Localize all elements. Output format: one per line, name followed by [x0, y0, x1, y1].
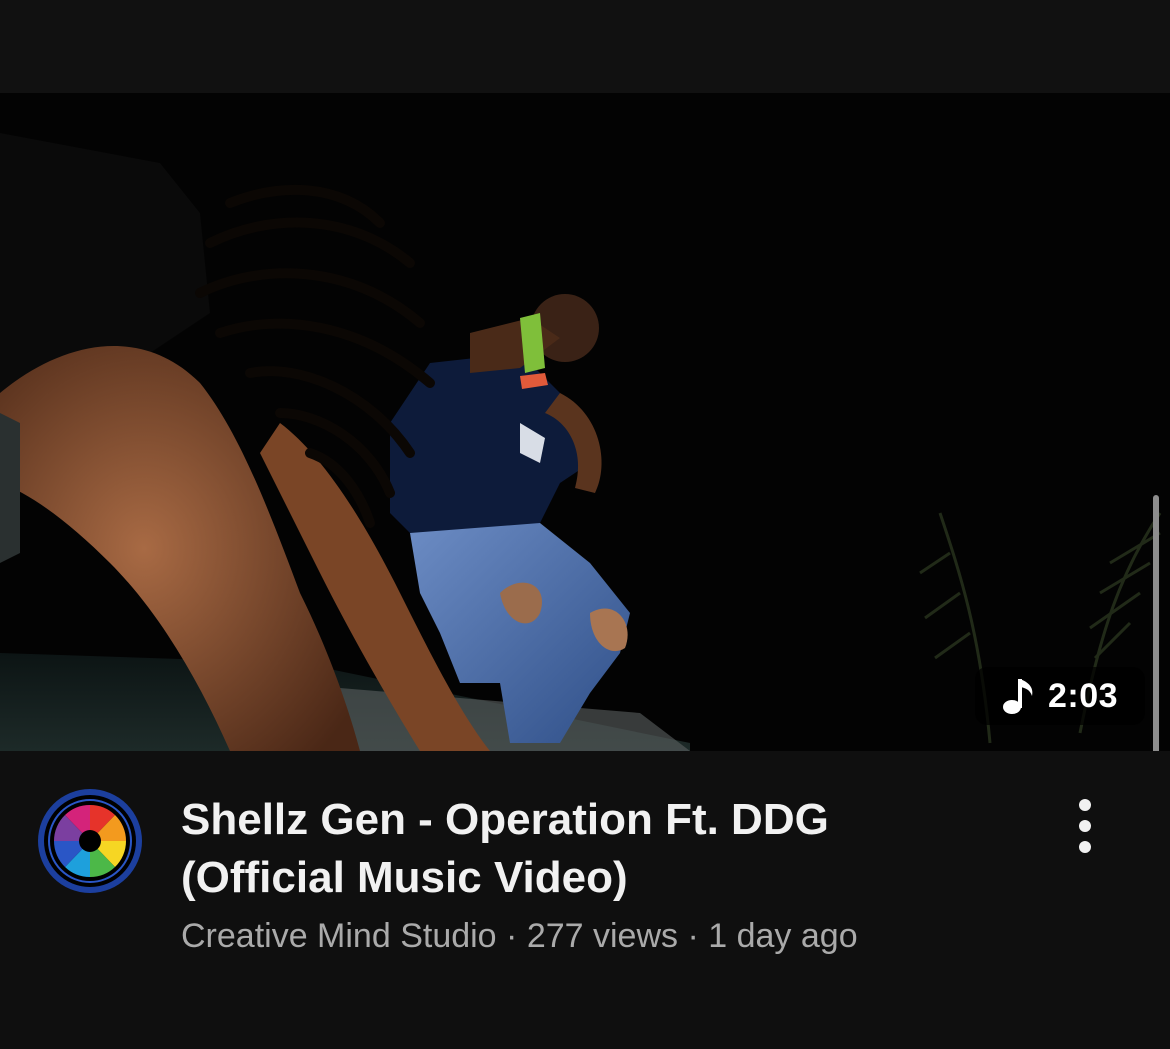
duration-label: 2:03	[1047, 676, 1119, 715]
scrollbar-thumb[interactable]	[1153, 495, 1159, 751]
duration-badge: 2:03	[975, 667, 1145, 725]
more-options-button[interactable]	[1062, 791, 1108, 861]
video-thumbnail[interactable]: 2:03	[0, 93, 1170, 751]
upload-age: 1 day ago	[708, 917, 858, 955]
view-count: 277 views	[526, 917, 679, 955]
separator: ·	[496, 917, 527, 955]
separator: ·	[678, 917, 709, 955]
video-title-line-1: Shellz Gen - Operation Ft. DDG	[181, 795, 829, 844]
channel-avatar[interactable]	[38, 789, 142, 893]
camera-shutter-logo	[38, 789, 142, 893]
thumbnail-image	[0, 93, 1170, 751]
video-title[interactable]: Shellz Gen - Operation Ft. DDG (Official…	[181, 791, 981, 907]
music-note-icon	[1002, 676, 1036, 716]
more-vertical-icon	[1079, 820, 1091, 832]
video-metadata: Creative Mind Studio · 277 views · 1 day…	[181, 915, 858, 957]
top-bar	[0, 0, 1170, 93]
channel-name[interactable]: Creative Mind Studio	[181, 917, 497, 955]
video-details[interactable]: Shellz Gen - Operation Ft. DDG (Official…	[0, 751, 1170, 1049]
more-vertical-icon	[1079, 841, 1091, 853]
video-title-line-2: (Official Music Video)	[181, 853, 628, 902]
more-vertical-icon	[1079, 799, 1091, 811]
